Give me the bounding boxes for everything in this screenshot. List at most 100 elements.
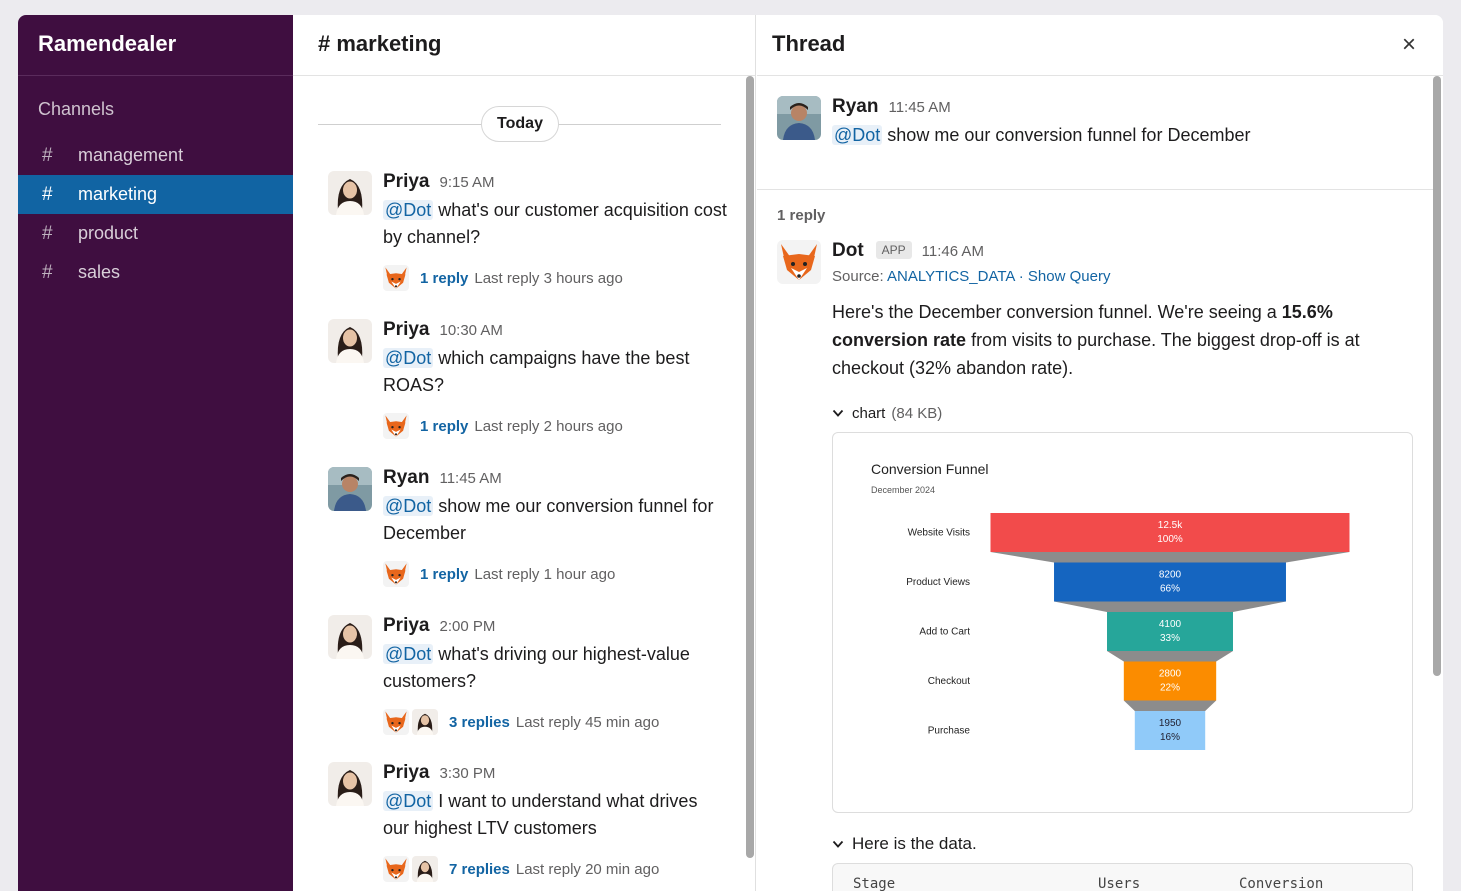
workspace-header[interactable]: Ramendealer bbox=[18, 15, 293, 76]
table-header-stage[interactable]: Stage bbox=[853, 876, 895, 891]
hash-icon: # bbox=[42, 222, 53, 244]
message-timestamp[interactable]: 11:45 AM bbox=[888, 99, 950, 116]
hash-icon: # bbox=[42, 183, 53, 205]
reply-count[interactable]: 1 reply bbox=[420, 270, 468, 287]
message-author[interactable]: Ryan bbox=[832, 96, 878, 118]
close-thread-icon[interactable]: × bbox=[1397, 31, 1421, 59]
channel-name: sales bbox=[78, 262, 121, 282]
message-author[interactable]: Ryan bbox=[383, 467, 429, 489]
reply-avatar-fox[interactable] bbox=[383, 856, 409, 882]
sidebar-channel-marketing[interactable]: # marketing bbox=[18, 175, 293, 214]
sidebar-channel-product[interactable]: # product bbox=[18, 214, 293, 253]
thread-title: Thread bbox=[772, 31, 846, 56]
funnel-stage-label: Add to Cart bbox=[919, 627, 970, 638]
message-timestamp[interactable]: 9:15 AM bbox=[439, 174, 494, 191]
day-divider-label[interactable]: Today bbox=[481, 106, 559, 142]
mention-link[interactable]: @Dot bbox=[383, 200, 434, 220]
message-item[interactable]: Priya 10:30 AM @Dot which campaigns have… bbox=[328, 319, 728, 440]
avatar-priya[interactable] bbox=[328, 319, 372, 363]
thread-scrollbar[interactable] bbox=[1433, 76, 1441, 676]
thread-scrollbar-thumb[interactable] bbox=[1433, 76, 1441, 676]
message-item[interactable]: Priya 9:15 AM @Dot what's our customer a… bbox=[328, 171, 728, 292]
mention-link[interactable]: @Dot bbox=[383, 791, 434, 811]
mention-link[interactable]: @Dot bbox=[383, 496, 434, 516]
table-header-users[interactable]: Users bbox=[1098, 876, 1140, 891]
attachment-size: (84 KB) bbox=[891, 404, 943, 422]
funnel-bar bbox=[1054, 562, 1286, 602]
sidebar-channel-sales[interactable]: # sales bbox=[18, 253, 293, 292]
message-text: @Dot I want to understand what drives ou… bbox=[383, 788, 728, 842]
table-header-conversion[interactable]: Conversion bbox=[1239, 876, 1323, 891]
data-label: Here is the data. bbox=[852, 834, 977, 853]
message-item[interactable]: Priya 2:00 PM @Dot what's driving our hi… bbox=[328, 615, 728, 736]
funnel-stage-label: Product Views bbox=[906, 577, 970, 588]
bot-reply-message: Dot APP 11:46 AM Source: ANALYTICS_DATA … bbox=[777, 240, 1417, 891]
message-timestamp[interactable]: 3:30 PM bbox=[439, 765, 495, 782]
mention-link[interactable]: @Dot bbox=[832, 125, 883, 145]
reply-avatar-fox[interactable] bbox=[383, 413, 409, 439]
data-table: Stage Users Conversion bbox=[832, 863, 1413, 891]
source-link[interactable]: ANALYTICS_DATA bbox=[887, 268, 1015, 285]
chevron-down-icon[interactable] bbox=[832, 405, 846, 421]
show-query-link[interactable]: · Show Query bbox=[1019, 268, 1111, 285]
funnel-connector bbox=[1123, 700, 1217, 711]
avatar-ryan[interactable] bbox=[328, 467, 372, 511]
thread-replies-link[interactable]: 1 reply Last reply 1 hour ago bbox=[383, 560, 728, 588]
reply-count[interactable]: 1 reply bbox=[420, 418, 468, 435]
mention-link[interactable]: @Dot bbox=[383, 348, 434, 368]
message-text: @Dot show me our conversion funnel for D… bbox=[383, 493, 728, 547]
bot-text: Here's the December conversion funnel. W… bbox=[832, 298, 1417, 382]
attachment-name: chart bbox=[852, 404, 886, 422]
thread-header: Thread × bbox=[757, 15, 1443, 76]
reply-avatar-fox[interactable] bbox=[383, 709, 409, 735]
avatar-priya[interactable] bbox=[328, 762, 372, 806]
message-timestamp[interactable]: 10:30 AM bbox=[439, 322, 502, 339]
reply-avatar-fox[interactable] bbox=[383, 265, 409, 291]
avatar-dot[interactable] bbox=[777, 240, 821, 284]
message-item[interactable]: Priya 3:30 PM @Dot I want to understand … bbox=[328, 762, 728, 883]
thread-parent-message[interactable]: Ryan 11:45 AM @Dot show me our conversio… bbox=[777, 96, 1407, 149]
workspace-name: Ramendealer bbox=[38, 31, 177, 56]
chevron-down-icon[interactable] bbox=[832, 836, 846, 852]
chart-card[interactable]: Conversion Funnel December 2024 Website Vi… bbox=[832, 432, 1413, 813]
data-toggle[interactable]: Here is the data. bbox=[832, 833, 1417, 855]
reply-avatar-woman[interactable] bbox=[412, 856, 438, 882]
source-label: Source: bbox=[832, 268, 888, 285]
thread-replies-link[interactable]: 1 reply Last reply 2 hours ago bbox=[383, 412, 728, 440]
thread-replies-link[interactable]: 3 replies Last reply 45 min ago bbox=[383, 708, 728, 736]
last-reply-time: Last reply 1 hour ago bbox=[474, 565, 616, 583]
sidebar-channel-management[interactable]: # management bbox=[18, 136, 293, 175]
message-timestamp[interactable]: 2:00 PM bbox=[439, 618, 495, 635]
reply-count[interactable]: 7 replies bbox=[449, 861, 510, 878]
chart-title: Conversion Funnel bbox=[871, 461, 989, 477]
reply-avatar-woman[interactable] bbox=[412, 709, 438, 735]
message-author[interactable]: Priya bbox=[383, 762, 429, 784]
message-author[interactable]: Priya bbox=[383, 319, 429, 341]
avatar-priya[interactable] bbox=[328, 615, 372, 659]
day-divider: Today bbox=[318, 106, 721, 142]
funnel-stage-label: Website Visits bbox=[908, 528, 970, 539]
channel-title[interactable]: # marketing bbox=[318, 31, 730, 57]
reply-count[interactable]: 1 reply bbox=[420, 566, 468, 583]
channel-name: product bbox=[78, 223, 139, 243]
avatar-priya[interactable] bbox=[328, 171, 372, 215]
channel-scrollbar-thumb[interactable] bbox=[746, 76, 754, 858]
reply-count[interactable]: 3 replies bbox=[449, 714, 510, 731]
bot-timestamp[interactable]: 11:46 AM bbox=[922, 243, 984, 260]
thread-replies-link[interactable]: 7 replies Last reply 20 min ago bbox=[383, 855, 728, 883]
message-item[interactable]: Ryan 11:45 AM @Dot show me our conversio… bbox=[328, 467, 728, 588]
chart-attachment-toggle[interactable]: chart (84 KB) bbox=[832, 402, 1417, 424]
message-timestamp[interactable]: 11:45 AM bbox=[439, 470, 501, 487]
message-author[interactable]: Priya bbox=[383, 171, 429, 193]
message-author[interactable]: Priya bbox=[383, 615, 429, 637]
channels-section-title[interactable]: Channels bbox=[18, 76, 293, 136]
bot-author[interactable]: Dot bbox=[832, 240, 864, 262]
reply-avatar-fox[interactable] bbox=[383, 561, 409, 587]
channel-scrollbar[interactable] bbox=[746, 76, 754, 858]
sidebar: Ramendealer Channels # management # marketi… bbox=[18, 15, 293, 891]
mention-link[interactable]: @Dot bbox=[383, 644, 434, 664]
thread-replies-link[interactable]: 1 reply Last reply 3 hours ago bbox=[383, 264, 728, 292]
avatar-ryan[interactable] bbox=[777, 96, 821, 140]
funnel-value-label: 1950 bbox=[1159, 718, 1182, 729]
message-text: @Dot which campaigns have the best ROAS? bbox=[383, 345, 728, 399]
